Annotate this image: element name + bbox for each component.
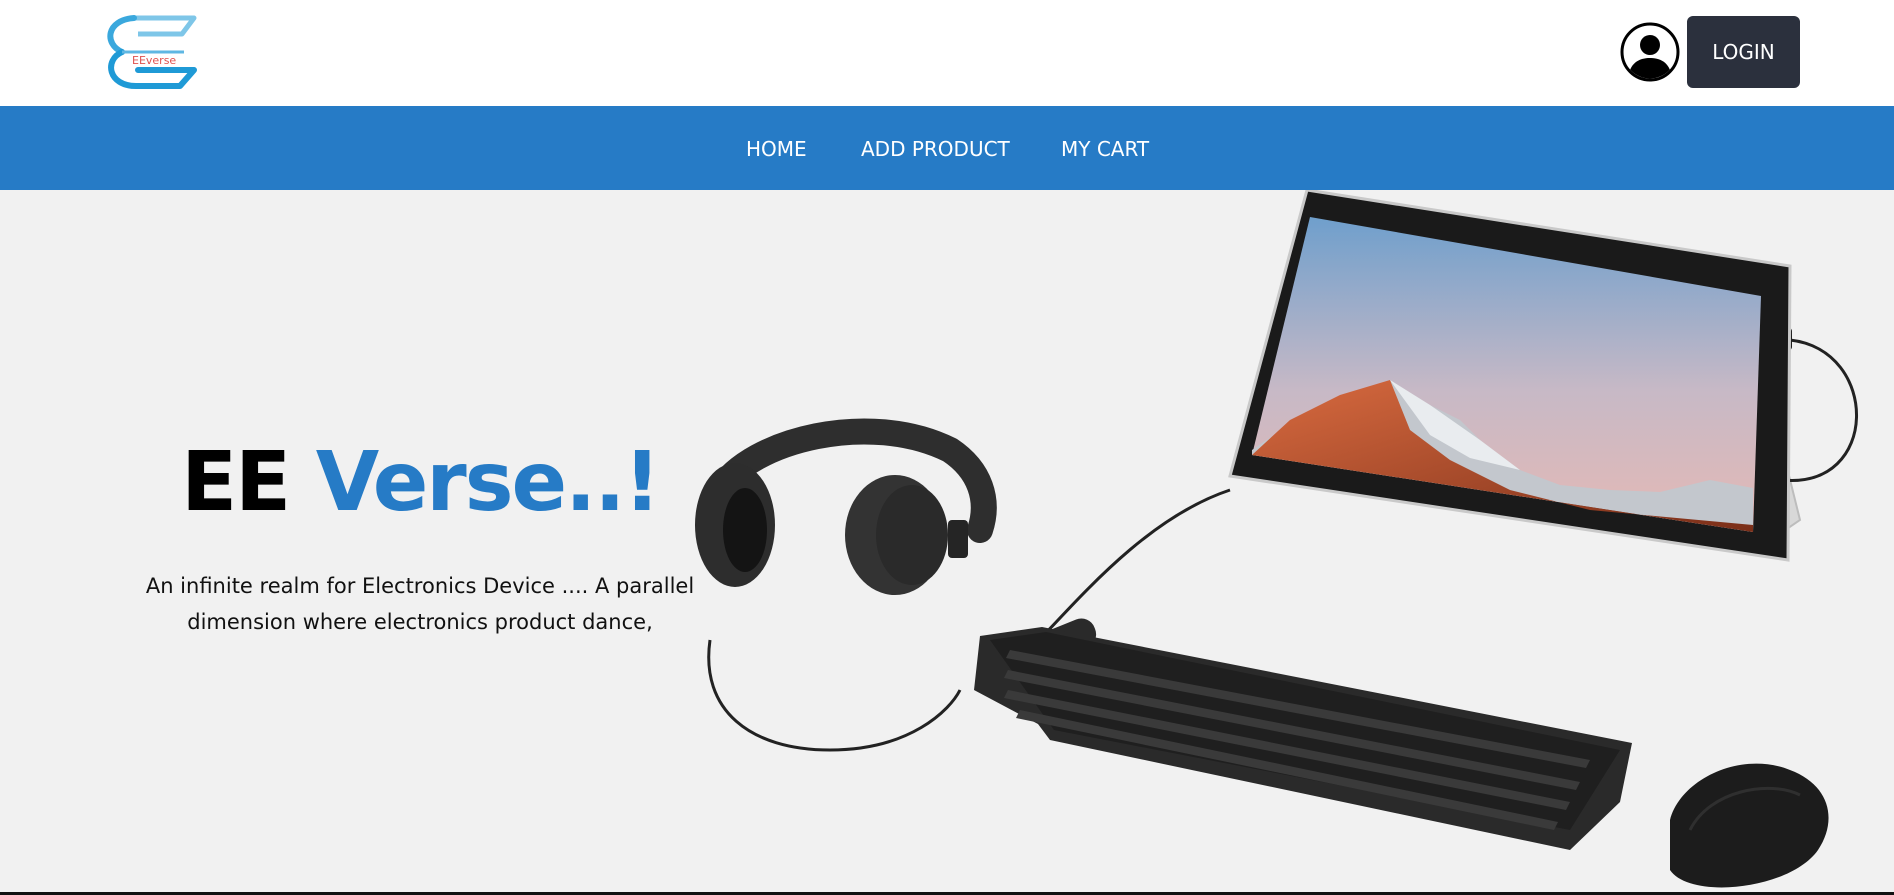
- hero-title-verse: Verse..!: [315, 435, 661, 530]
- mouse: [1670, 763, 1829, 888]
- hero-section: EE Verse..! An infinite realm for Electr…: [0, 190, 1894, 892]
- main-nav: HOME ADD PRODUCT MY CART: [0, 106, 1894, 190]
- hero-title-ee: EE: [181, 435, 291, 530]
- user-avatar-icon[interactable]: [1620, 22, 1680, 82]
- login-button[interactable]: LOGIN: [1687, 16, 1800, 88]
- hero-title: EE Verse..!: [110, 433, 730, 533]
- usb-cable: [1781, 338, 1858, 482]
- top-header: EEverse LOGIN: [0, 0, 1894, 106]
- nav-home[interactable]: HOME: [746, 106, 807, 190]
- headphones: [695, 418, 997, 595]
- nav-add-product[interactable]: ADD PRODUCT: [861, 106, 1010, 190]
- logo-text: EEverse: [132, 54, 176, 67]
- headset-cable: [707, 639, 962, 752]
- nav-my-cart[interactable]: MY CART: [1061, 106, 1149, 190]
- hero-desc-line1: An infinite realm for Electronics Device…: [145, 574, 695, 598]
- tablet-device: [1228, 190, 1792, 562]
- electronics-hero-image: [695, 190, 1858, 888]
- hero-description: An infinite realm for Electronics Device…: [130, 568, 710, 640]
- eeverse-logo[interactable]: EEverse: [98, 12, 198, 92]
- hero-desc-line2: dimension where electronics product danc…: [187, 610, 653, 634]
- keyboard: [974, 627, 1632, 850]
